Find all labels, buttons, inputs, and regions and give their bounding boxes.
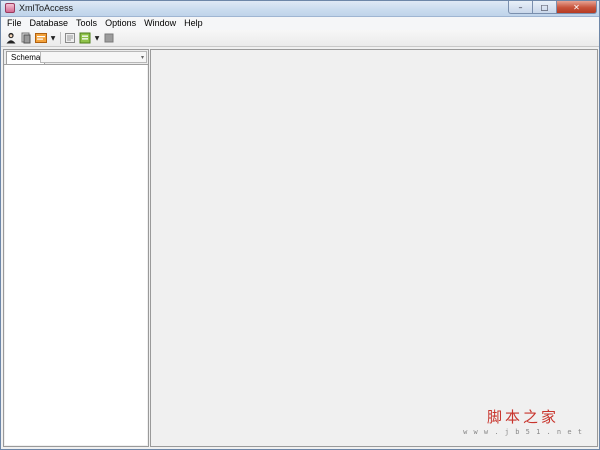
document-icon[interactable]	[64, 32, 76, 44]
menu-options[interactable]: Options	[101, 17, 140, 30]
connect-user-icon[interactable]	[5, 32, 17, 44]
schema-tab-strip: Schema ▾	[4, 50, 148, 65]
menu-help[interactable]: Help	[180, 17, 207, 30]
minimize-button[interactable]: –	[508, 1, 533, 14]
window-controls: – □ ✕	[508, 1, 597, 15]
open-dropdown-arrow-icon[interactable]: ▼	[50, 32, 56, 44]
menu-tools[interactable]: Tools	[72, 17, 101, 30]
export-icon[interactable]	[79, 32, 91, 44]
schema-panel: Schema ▾	[3, 49, 149, 447]
app-window: XmlToAccess – □ ✕ File Database Tools Op…	[0, 0, 600, 450]
watermark-text: 脚本之家	[487, 408, 560, 426]
mdi-workspace: 脚本之家 w w w . j b 5 1 . n e t	[150, 49, 598, 447]
schema-selector-dropdown[interactable]: ▾	[40, 51, 147, 63]
stop-icon[interactable]	[103, 32, 115, 44]
export-dropdown-arrow-icon[interactable]: ▼	[94, 32, 100, 44]
menu-window[interactable]: Window	[140, 17, 180, 30]
schema-tree-area[interactable]	[5, 65, 147, 445]
open-xml-icon[interactable]	[35, 32, 47, 44]
chevron-down-icon: ▾	[140, 54, 144, 61]
toolbar-separator	[60, 32, 61, 44]
close-button[interactable]: ✕	[557, 1, 597, 14]
toolbar: ▼ ▼	[1, 30, 599, 47]
window-title: XmlToAccess	[19, 3, 74, 13]
watermark-url: w w w . j b 5 1 . n e t	[463, 428, 583, 436]
maximize-button[interactable]: □	[533, 1, 557, 14]
watermark-logo: 脚本之家 w w w . j b 5 1 . n e t	[463, 406, 583, 436]
menu-file[interactable]: File	[1, 17, 26, 30]
menu-database[interactable]: Database	[26, 17, 73, 30]
xml-to-access-app-icon[interactable]	[5, 3, 15, 13]
title-bar[interactable]: XmlToAccess – □ ✕	[1, 1, 599, 17]
menu-bar: File Database Tools Options Window Help	[1, 17, 599, 30]
open-document-icon[interactable]	[20, 32, 32, 44]
